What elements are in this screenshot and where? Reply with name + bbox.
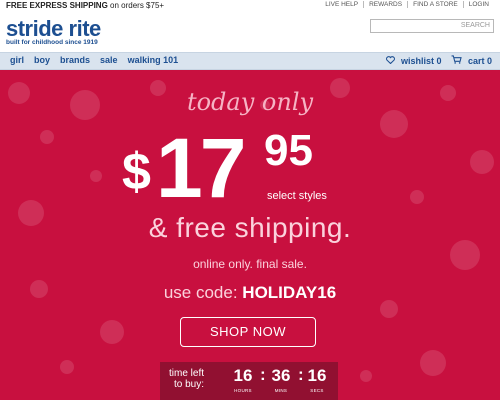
price-dollar-sign: $ bbox=[122, 143, 151, 201]
timer-seconds: 16 bbox=[307, 366, 327, 385]
account-links: wishlist 0 cart 0 bbox=[386, 55, 492, 66]
timer-hours-label: HOURS bbox=[234, 388, 252, 393]
online-only-note: online only. final sale. bbox=[193, 257, 307, 271]
timer-label-line2: to buy: bbox=[173, 379, 205, 390]
logo-tagline: built for childhood since 1919 bbox=[6, 39, 98, 46]
main-nav: girl boy brands sale walking 101 wishlis… bbox=[0, 52, 500, 70]
wishlist-label: wishlist 0 bbox=[400, 55, 442, 66]
free-shipping-headline: & free shipping. bbox=[148, 212, 352, 243]
promo-banner[interactable]: today only $ 17 95 select styles & free … bbox=[0, 70, 500, 400]
today-only-heading: today only bbox=[186, 88, 314, 116]
promo-code: use code: HOLIDAY16 bbox=[0, 283, 500, 303]
bokeh-dot bbox=[420, 350, 446, 376]
nav-item-walking-101[interactable]: walking 101 bbox=[128, 55, 179, 65]
cart-icon bbox=[451, 55, 465, 66]
search-input[interactable] bbox=[371, 25, 457, 38]
timer-label: time left to buy: bbox=[169, 368, 204, 390]
category-links: girl boy brands sale walking 101 bbox=[10, 55, 178, 65]
wishlist-link[interactable]: wishlist 0 bbox=[386, 56, 441, 66]
countdown-timer: time left to buy: 16 HOURS : 36 MINS : 1… bbox=[160, 362, 338, 400]
bokeh-dot bbox=[360, 370, 372, 382]
logo[interactable]: stride rite built for childhood since 19… bbox=[6, 16, 101, 47]
shipping-promo-text: on orders $75+ bbox=[107, 1, 165, 10]
nav-item-girl[interactable]: girl bbox=[10, 55, 24, 65]
heart-icon bbox=[386, 55, 398, 66]
bokeh-dot bbox=[60, 360, 74, 374]
bokeh-dot bbox=[470, 150, 494, 174]
timer-minutes: 36 bbox=[271, 366, 291, 385]
shipping-promo: FREE EXPRESS SHIPPING on orders $75+ bbox=[6, 1, 164, 10]
rewards-link[interactable]: REWARDS bbox=[363, 1, 407, 8]
utility-links: LIVE HELP REWARDS FIND A STORE LOGIN bbox=[320, 1, 494, 8]
bokeh-dot bbox=[410, 190, 424, 204]
login-link[interactable]: LOGIN bbox=[462, 1, 494, 8]
bokeh-dot bbox=[100, 320, 124, 344]
bokeh-dot bbox=[40, 130, 54, 144]
nav-item-boy[interactable]: boy bbox=[34, 55, 50, 65]
select-styles-note: select styles bbox=[267, 190, 327, 202]
logo-name: stride rite bbox=[6, 16, 101, 41]
cart-link[interactable]: cart 0 bbox=[451, 55, 492, 66]
timer-colon: : bbox=[260, 365, 266, 384]
bokeh-dot bbox=[90, 170, 102, 182]
find-a-store-link[interactable]: FIND A STORE bbox=[407, 1, 463, 8]
timer-seconds-label: SECS bbox=[310, 388, 324, 393]
price-cents: 95 bbox=[264, 126, 313, 175]
live-help-link[interactable]: LIVE HELP bbox=[320, 1, 363, 8]
promo-code-label: use code: bbox=[163, 283, 243, 302]
nav-item-sale[interactable]: sale bbox=[100, 55, 118, 65]
nav-item-brands[interactable]: brands bbox=[60, 55, 90, 65]
promo-code-value: HOLIDAY16 bbox=[242, 283, 337, 302]
search-button[interactable]: SEARCH bbox=[461, 22, 490, 29]
timer-hours: 16 bbox=[233, 366, 253, 385]
timer-minutes-label: MINS bbox=[274, 388, 288, 393]
site-header: stride rite built for childhood since 19… bbox=[0, 14, 500, 52]
shipping-promo-bold: FREE EXPRESS SHIPPING bbox=[6, 1, 108, 10]
price-main: 17 bbox=[156, 121, 246, 215]
utility-bar: FREE EXPRESS SHIPPING on orders $75+ LIV… bbox=[0, 0, 500, 14]
cart-label: cart 0 bbox=[467, 56, 492, 66]
search-box: SEARCH bbox=[370, 19, 494, 38]
shop-now-button[interactable]: SHOP NOW bbox=[180, 317, 316, 347]
timer-label-line1: time left bbox=[169, 368, 205, 379]
